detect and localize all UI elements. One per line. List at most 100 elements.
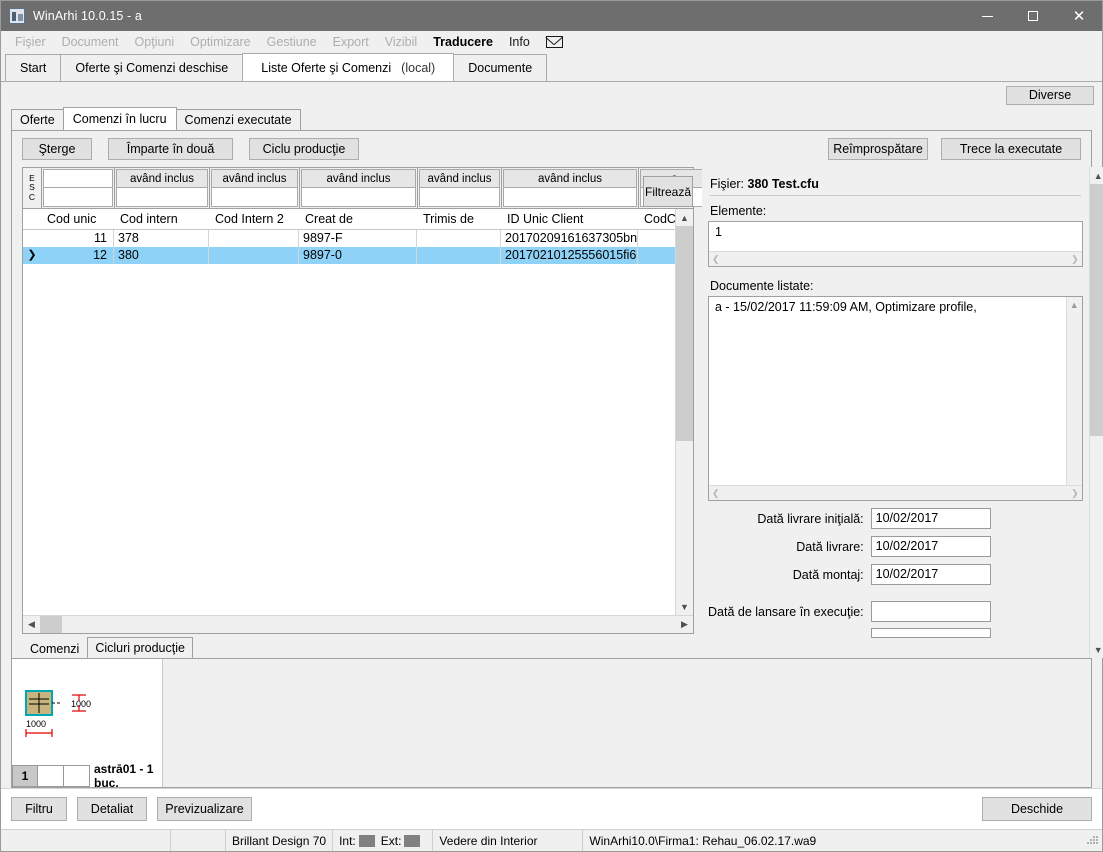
preview-thumbnail-card[interactable]: 1000 1000 1 astrā01 - 1 buc. [12, 659, 163, 790]
resize-grip-icon[interactable] [1085, 834, 1099, 848]
subtab-oferte[interactable]: Oferte [11, 109, 64, 130]
detail-vscroll-track[interactable] [1089, 184, 1103, 641]
input-data-lansare-executie[interactable] [870, 601, 991, 622]
input-data-montaj[interactable]: 10/02/2017 [870, 564, 991, 585]
table-row[interactable]: 11 378 9897-F 20170209161637305bn8 [23, 230, 675, 247]
imparte-in-doua-button[interactable]: Împarte în două [108, 138, 233, 160]
cell-cod-intern-2 [209, 247, 299, 264]
menu-optiuni[interactable]: Opţiuni [127, 33, 183, 51]
documente-scroll-right-icon[interactable]: ❯ [1071, 488, 1079, 499]
deschide-button[interactable]: Deschide [982, 797, 1092, 821]
grid-vscroll-track[interactable] [676, 226, 693, 598]
col-header-trimis-de[interactable]: Trimis de [417, 212, 501, 226]
filtreaza-button[interactable]: Filtrează [643, 176, 693, 207]
documente-scroll-left-icon[interactable]: ❮ [712, 488, 720, 499]
col-header-id-unic-client[interactable]: ID Unic Client [501, 212, 638, 226]
filter-head-5[interactable]: având inclus [503, 169, 637, 188]
filter-input-3[interactable] [301, 188, 416, 207]
input-partial-hidden[interactable] [870, 628, 991, 638]
subtab-comenzi-in-lucru[interactable]: Comenzi în lucru [62, 107, 177, 130]
filter-head-2[interactable]: având inclus [211, 169, 298, 188]
reimprospatare-button[interactable]: Reîmprospătare [828, 138, 928, 160]
filter-head-4[interactable]: având inclus [419, 169, 500, 188]
file-label: Fişier: [710, 177, 745, 191]
tab-start[interactable]: Start [5, 54, 62, 81]
lowtab-cicluri-productie[interactable]: Cicluri producţie [87, 637, 193, 658]
grid-hscroll-track[interactable] [40, 616, 676, 633]
ciclu-productie-button[interactable]: Ciclu producţie [249, 138, 359, 160]
documente-hscroll[interactable]: ❮ ❯ [709, 485, 1082, 500]
menu-optimizare[interactable]: Optimizare [182, 33, 258, 51]
menu-traducere[interactable]: Traducere [425, 33, 501, 51]
col-header-codclient[interactable]: CodClient [638, 212, 675, 226]
menu-vizibil[interactable]: Vizibil [377, 33, 425, 51]
filter-col-1: având inclus [115, 168, 210, 208]
documente-scroll-up-icon[interactable]: ▲ [1070, 300, 1079, 310]
status-view: Vedere din Interior [433, 830, 584, 851]
close-button[interactable]: ✕ [1056, 1, 1102, 31]
grid-hscroll-thumb[interactable] [40, 616, 62, 633]
bottom-button-bar: Filtru Detaliat Previzualizare Deschide [1, 788, 1102, 829]
grid-horizontal-scrollbar[interactable]: ◀ ▶ [23, 615, 693, 633]
window-drawing: 1000 1000 [25, 690, 91, 737]
sterge-button[interactable]: Şterge [22, 138, 92, 160]
cell-cod-unic: 12 [41, 247, 114, 264]
documente-vscroll[interactable]: ▲ [1065, 297, 1082, 485]
col-header-cod-intern[interactable]: Cod intern [114, 212, 209, 226]
grid-vertical-scrollbar[interactable]: ▲ ▼ [675, 209, 693, 615]
menu-fisier[interactable]: Fişier [7, 33, 54, 51]
detail-scroll-up-icon[interactable]: ▲ [1089, 167, 1103, 184]
diverse-button[interactable]: Diverse [1006, 85, 1094, 105]
elemente-hscroll[interactable]: ❮ ❯ [709, 251, 1082, 266]
lowtab-comenzi[interactable]: Comenzi [22, 639, 87, 658]
col-header-cod-unic[interactable]: Cod unic [41, 212, 114, 226]
grid-vscroll-thumb[interactable] [676, 226, 693, 441]
input-data-livrare[interactable]: 10/02/2017 [870, 536, 991, 557]
subtab-comenzi-executate[interactable]: Comenzi executate [175, 109, 301, 130]
elemente-scroll-right-icon[interactable]: ❯ [1071, 254, 1079, 265]
menu-gestiune[interactable]: Gestiune [259, 33, 325, 51]
documente-listbox[interactable]: a - 15/02/2017 11:59:09 AM, Optimizare p… [708, 296, 1083, 501]
elemente-scroll-left-icon[interactable]: ❮ [712, 254, 720, 265]
cell-id-unic-client: 20170210125556015fi6 [501, 247, 638, 264]
tab-liste-oferte-comenzi[interactable]: Liste Oferte şi Comenzi (local) [242, 53, 455, 81]
filter-input-5[interactable] [503, 188, 637, 207]
table-row[interactable]: ❯ 12 380 9897-0 20170210125556015fi6 [23, 247, 675, 264]
menu-info[interactable]: Info [501, 33, 538, 51]
detaliat-button[interactable]: Detaliat [77, 797, 147, 821]
filter-head-1[interactable]: având inclus [116, 169, 208, 188]
scroll-right-icon[interactable]: ▶ [676, 616, 693, 633]
tab-oferte-comenzi-deschise[interactable]: Oferte şi Comenzi deschise [60, 54, 244, 81]
detail-vertical-scrollbar[interactable]: ▲ ▼ [1088, 167, 1103, 658]
previzualizare-button[interactable]: Previzualizare [157, 797, 252, 821]
filter-input-1[interactable] [116, 188, 208, 207]
tab-liste-oferte-comenzi-sub: (local) [401, 60, 436, 75]
filtru-button[interactable]: Filtru [11, 797, 67, 821]
tab-start-label: Start [20, 61, 47, 75]
menu-document[interactable]: Document [54, 33, 127, 51]
scroll-left-icon[interactable]: ◀ [23, 616, 40, 633]
filter-input-4[interactable] [419, 188, 500, 207]
esc-letter-c: C [28, 191, 36, 202]
col-header-cod-intern-2[interactable]: Cod Intern 2 [209, 212, 299, 226]
mail-icon [545, 36, 563, 48]
scroll-down-icon[interactable]: ▼ [676, 598, 693, 615]
trece-la-executate-button[interactable]: Trece la executate [941, 138, 1081, 160]
detail-scroll-down-icon[interactable]: ▼ [1089, 641, 1103, 658]
scroll-up-icon[interactable]: ▲ [676, 209, 693, 226]
menu-export[interactable]: Export [325, 33, 377, 51]
detail-vscroll-thumb[interactable] [1089, 184, 1103, 436]
col-header-creat-de[interactable]: Creat de [299, 212, 417, 226]
field-row-data-livrare: Dată livrare: 10/02/2017 [708, 536, 1083, 557]
minimize-button[interactable] [964, 1, 1010, 31]
input-data-livrare-initiala[interactable]: 10/02/2017 [870, 508, 991, 529]
menu-mail-button[interactable] [538, 36, 571, 48]
filter-input-2[interactable] [211, 188, 298, 207]
filter-input-0[interactable] [43, 188, 113, 207]
status-segment-1 [1, 830, 171, 851]
tab-documente[interactable]: Documente [453, 54, 548, 81]
filter-head-0[interactable] [43, 169, 113, 188]
filter-head-3[interactable]: având inclus [301, 169, 416, 188]
maximize-button[interactable] [1010, 1, 1056, 31]
elemente-listbox[interactable]: 1 ❮ ❯ [708, 221, 1083, 267]
